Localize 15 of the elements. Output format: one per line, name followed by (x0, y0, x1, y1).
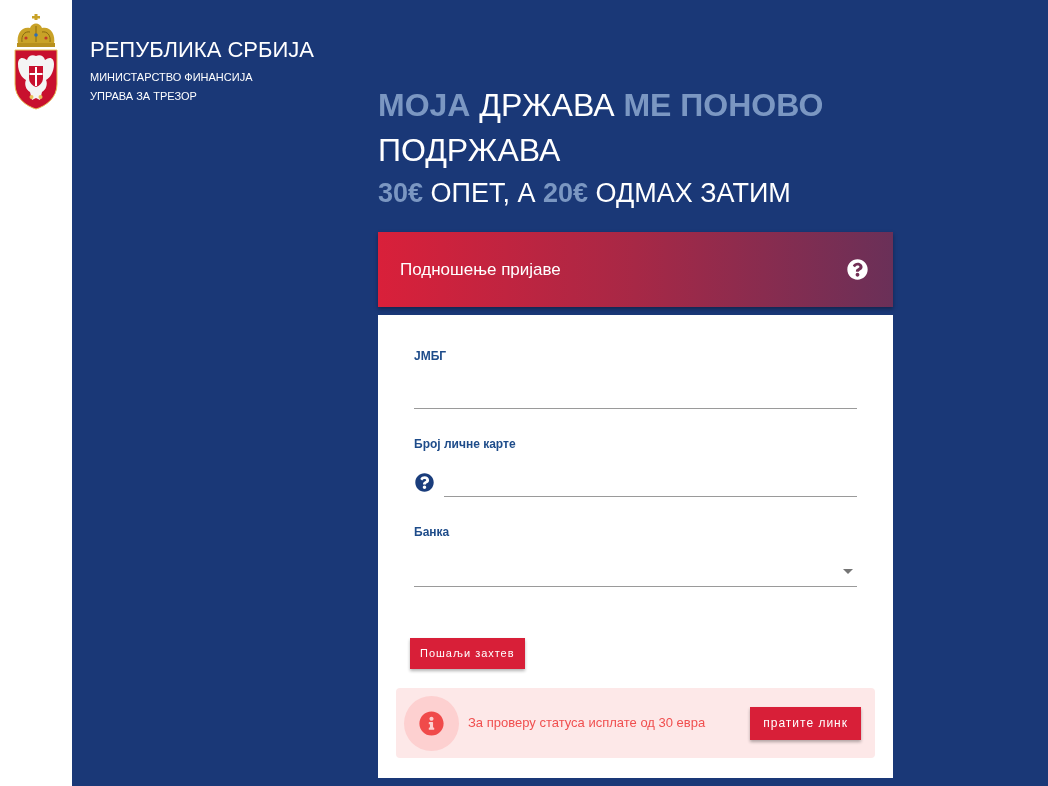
status-link-button[interactable]: пратите линк (750, 706, 861, 740)
headline: МОЈА ДРЖАВА МЕ ПОНОВО ПОДРЖАВА (378, 86, 825, 170)
field-label: Банка (414, 524, 450, 541)
form-title: Подношење пријаве (400, 258, 561, 281)
help-icon[interactable] (415, 472, 434, 492)
field-label: Број личне карте (414, 436, 516, 453)
header-subtitle: УПРАВА ЗА ТРЕЗОР (90, 89, 197, 104)
help-icon[interactable] (847, 259, 868, 280)
caret-down-icon (843, 569, 853, 574)
notice-text: За проверу статуса исплате од 30 евра (468, 714, 707, 733)
header-subtitle: МИНИСТАРСТВО ФИНАНСИЈА (90, 70, 253, 85)
subheadline: 30€ ОПЕТ, А 20€ ОДМАХ ЗАТИМ (378, 177, 791, 210)
field-label: ЈМБГ (414, 348, 447, 365)
submit-button[interactable]: Пошаљи захтев (410, 638, 525, 669)
header-title: РЕПУБЛИКА СРБИЈА (90, 36, 314, 64)
